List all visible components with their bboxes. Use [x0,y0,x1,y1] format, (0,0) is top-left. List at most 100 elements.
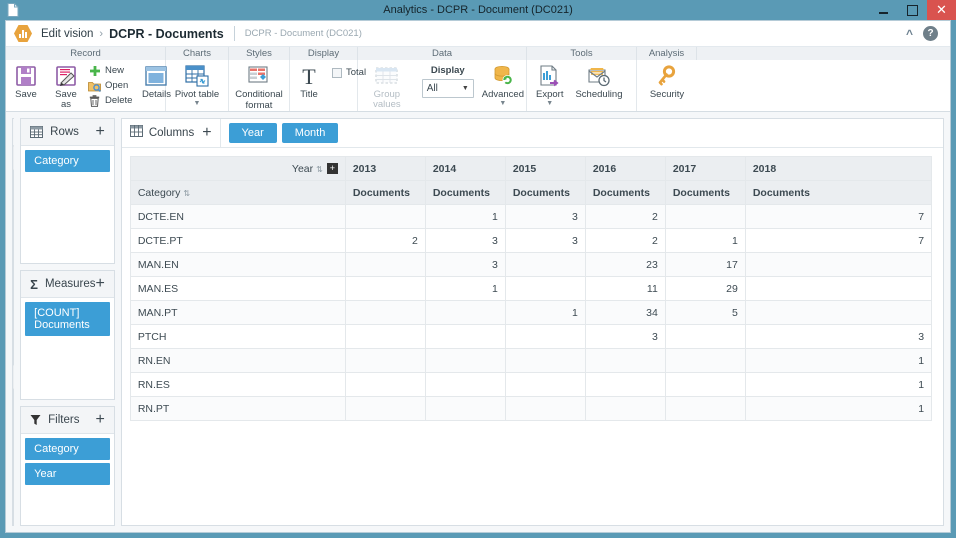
export-label: Export [536,89,564,100]
column-chip-month[interactable]: Month [281,123,339,143]
cell-value [344,252,426,277]
add-column-field-button[interactable]: + [202,124,211,142]
pivot-year-2013[interactable]: 2013 [344,156,426,181]
row-category: MAN.PT [129,300,346,325]
pivot-corner-year[interactable]: Year ⇅ + [129,156,346,181]
conditional-format-button[interactable]: Conditional format [229,63,289,111]
title-text-icon: T [299,63,319,89]
sort-icon[interactable]: ⇅ [316,165,323,174]
pivot-year-2015[interactable]: 2015 [504,156,586,181]
pivot-year-2017[interactable]: 2017 [664,156,746,181]
details-icon [145,63,168,89]
corner-year-label: Year [291,162,314,175]
table-row[interactable]: MAN.PT 1 34 5 [129,300,933,325]
fields-panel: Fields Dimensions Abc Author [12,118,15,526]
cell-value [344,372,426,397]
security-button[interactable]: Security [644,63,690,100]
columns-shelf-title: Columns [148,127,195,139]
add-filter-button[interactable]: + [95,412,104,428]
cell-value [744,300,933,325]
column-chip-year[interactable]: Year [228,123,277,143]
save-as-button[interactable]: Save as [46,63,86,110]
sigma-icon: Σ [30,276,38,292]
measures-shelf-body: [COUNT] Documents [21,298,114,399]
breadcrumb-current: DCPR - Documents [109,26,224,41]
filter-chip-category[interactable]: Category [25,438,110,460]
scheduling-button[interactable]: Scheduling [569,63,628,100]
cell-value [424,324,506,349]
ribbon-group-label-analysis: Analysis [637,47,697,60]
table-row[interactable]: DCTE.EN 1 3 2 7 [129,204,933,229]
save-as-icon [55,63,77,89]
help-icon[interactable]: ? [923,26,938,41]
new-button[interactable]: New [88,64,132,77]
breadcrumb-parent-link[interactable]: Edit vision [41,28,93,40]
grid-rows-icon [30,126,44,138]
conditional-format-icon [248,63,270,89]
breadcrumb: Edit vision › DCPR - Documents DCPR - Do… [6,21,950,47]
cell-value [344,348,426,373]
pivot-measure-header: Documents [584,180,666,205]
columns-shelf: Columns + Year Month [121,119,944,148]
pivot-main-panel: Columns + Year Month Year ⇅ + 2013 2014 … [120,118,945,526]
chevron-down-icon[interactable]: ▼ [194,100,201,107]
pivot-table-button[interactable]: Pivot table ▼ [169,63,225,107]
cell-value [424,372,506,397]
table-row[interactable]: PTCH 3 3 [129,324,933,349]
ribbon-group-labels: Record Charts Styles Display Data Tools … [6,47,950,60]
delete-button[interactable]: Delete [88,94,132,107]
table-row[interactable]: DCTE.PT 2 3 3 2 1 7 [129,228,933,253]
pivot-year-2016[interactable]: 2016 [584,156,666,181]
add-measure-button[interactable]: + [95,276,104,292]
svg-text:T: T [302,65,316,87]
row-category: MAN.ES [129,276,346,301]
advanced-button[interactable]: Advanced ▼ [480,63,526,107]
table-row[interactable]: RN.EN 1 [129,348,933,373]
display-select-group: Display All ▼ [416,63,480,98]
add-row-field-button[interactable]: + [95,124,104,140]
expand-plus-icon[interactable]: + [326,163,338,175]
chevron-up-icon[interactable]: ^ [906,28,913,40]
table-row[interactable]: MAN.ES 1 11 29 [129,276,933,301]
database-refresh-icon [492,63,514,89]
table-row[interactable]: MAN.EN 3 23 17 [129,252,933,277]
display-select[interactable]: All ▼ [421,79,474,98]
cell-value [664,372,746,397]
pivot-year-2018[interactable]: 2018 [744,156,933,181]
row-category: PTCH [129,324,346,349]
trash-icon [88,94,101,107]
pivot-corner-category[interactable]: Category ⇅ [129,180,346,205]
cell-value [504,252,586,277]
table-row[interactable]: RN.PT 1 [129,396,933,421]
table-row[interactable]: RN.ES 1 [129,372,933,397]
key-icon [656,63,678,89]
open-button[interactable]: Open [88,79,132,92]
cell-value: 3 [744,324,933,349]
cell-value [664,204,746,229]
chevron-down-icon[interactable]: ▼ [546,100,553,107]
measures-shelf: Σ Measures + [COUNT] Documents [20,270,115,400]
sort-icon[interactable]: ⇅ [183,189,190,198]
cell-value [664,348,746,373]
ribbon-group-styles: Conditional format [229,60,290,111]
cell-value: 2 [584,204,666,229]
title-button[interactable]: T Title [290,63,330,100]
cell-value: 5 [664,300,746,325]
conditional-format-label-2: format [245,100,273,111]
funnel-icon [30,414,41,426]
pivot-year-2014[interactable]: 2014 [424,156,506,181]
cell-value [424,396,506,421]
chevron-down-icon[interactable]: ▼ [499,100,506,107]
shelf-chip-category[interactable]: Category [25,150,110,172]
export-button[interactable]: Export ▼ [527,63,569,107]
save-button[interactable]: Save [6,63,46,100]
export-icon [539,63,561,89]
pivot-table-container: Year ⇅ + 2013 2014 2015 2016 2017 2018 Ca [122,148,943,525]
ribbon-toolbar: Record Charts Styles Display Data Tools … [6,47,950,112]
group-values-button[interactable]: Group values [358,63,416,110]
shelf-chip-count-documents[interactable]: [COUNT] Documents [25,302,110,336]
folder-open-icon [88,79,101,92]
filter-chip-year[interactable]: Year [25,463,110,485]
cell-value: 1 [744,348,933,373]
delete-label: Delete [105,95,133,106]
